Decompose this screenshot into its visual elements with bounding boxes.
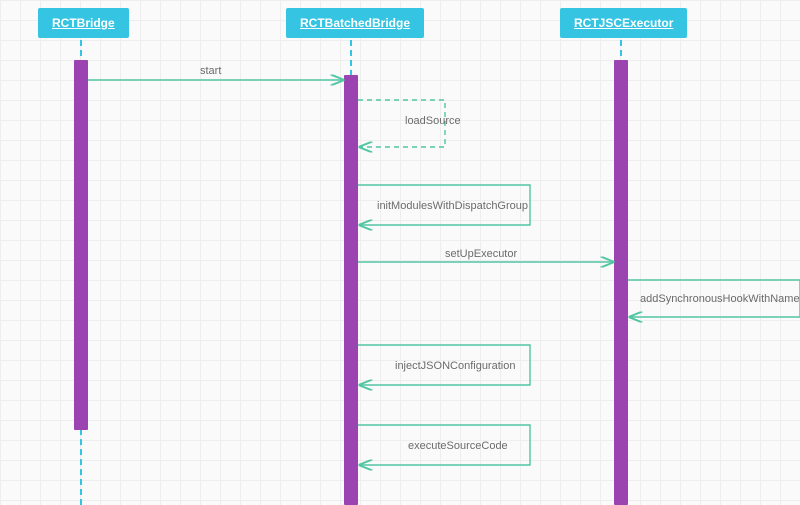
- label-loadsource: loadSource: [405, 115, 461, 127]
- participant-rctbridge: RCTBridge: [38, 8, 129, 38]
- activation-rctbatchedbridge: [344, 75, 358, 505]
- activation-rctjscexecutor: [614, 60, 628, 505]
- sequence-arrows: [0, 0, 800, 505]
- label-injectjson: injectJSONConfiguration: [395, 360, 515, 372]
- activation-rctbridge: [74, 60, 88, 430]
- label-start: start: [200, 65, 221, 77]
- participant-rctjscexecutor: RCTJSCExecutor: [560, 8, 687, 38]
- label-addhook: addSynchronousHookWithName: [640, 293, 800, 305]
- participant-rctbatchedbridge: RCTBatchedBridge: [286, 8, 424, 38]
- label-initmodules: initModulesWithDispatchGroup: [377, 200, 528, 212]
- label-setupexecutor: setUpExecutor: [445, 248, 517, 260]
- label-executesource: executeSourceCode: [408, 440, 508, 452]
